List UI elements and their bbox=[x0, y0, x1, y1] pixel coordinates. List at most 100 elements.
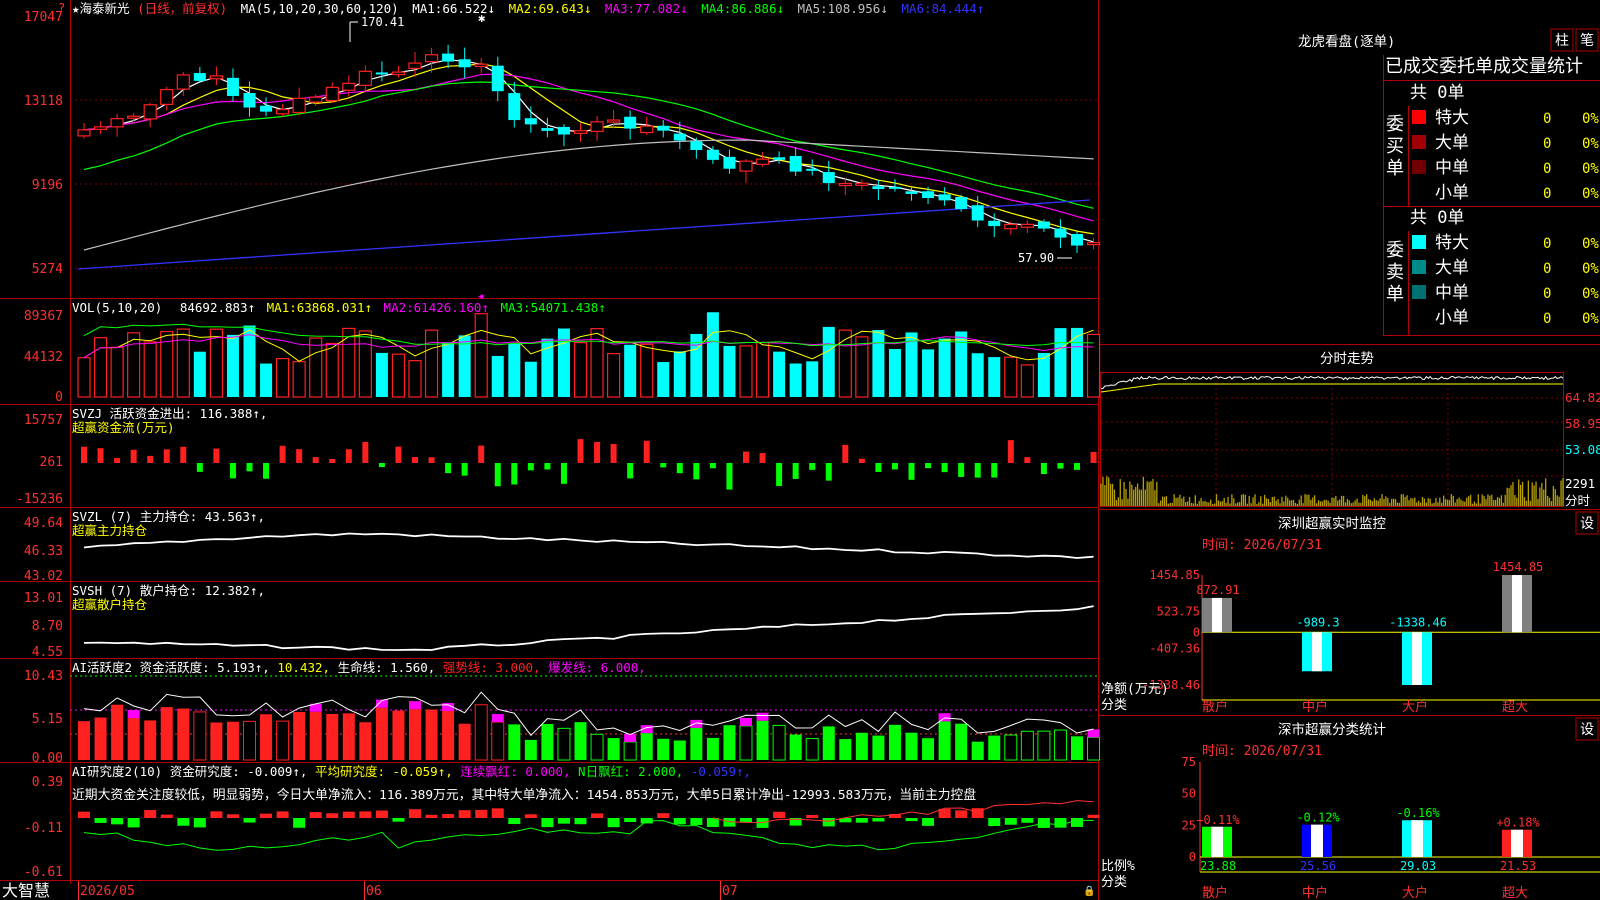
sz-class-value-label: 25.56 bbox=[1300, 859, 1336, 873]
sz-class-settings-button[interactable]: 设 bbox=[1575, 717, 1599, 741]
ai-research-bar bbox=[177, 818, 190, 826]
candle-body bbox=[789, 155, 802, 172]
volume-panel[interactable]: VOL(5,10,20) 84692.883↑ MA1:63868.031↑ M… bbox=[24, 300, 1101, 405]
candle-body bbox=[77, 129, 91, 137]
svzj-panel[interactable]: SVZJ 活跃资金进出: 116.388↑, 超赢资金流(万元) 15757 2… bbox=[16, 406, 1097, 507]
svsh-tick: 4.55 bbox=[32, 645, 63, 660]
high-marker: 170.41 bbox=[349, 15, 404, 42]
svzj-y-axis: 15757 261 -15236 bbox=[16, 413, 63, 507]
ai-research-bar bbox=[541, 818, 554, 828]
ma5-label: MA5: bbox=[798, 1, 828, 16]
svsh-tick: 8.70 bbox=[32, 619, 63, 634]
volume-bar bbox=[110, 346, 124, 398]
ai-research-bar bbox=[210, 811, 223, 818]
svg-text:笔: 笔 bbox=[1580, 33, 1594, 49]
vol-ma3-value: 54071.438↑ bbox=[531, 300, 606, 315]
ai-research-line bbox=[712, 800, 1094, 824]
pen-view-button[interactable]: 笔 bbox=[1575, 28, 1599, 52]
volume-bar bbox=[77, 357, 91, 398]
ai-research-panel[interactable]: AI研究度2(10) 资金研究度: -0.009↑, 平均研究度: -0.059… bbox=[24, 764, 1100, 880]
order-count: 0 bbox=[1543, 286, 1551, 302]
ai-research-bars bbox=[78, 808, 1100, 828]
sz-monitor-value-label: 1454.85 bbox=[1493, 560, 1544, 574]
svzl-line bbox=[83, 532, 1094, 559]
ai-research-bar bbox=[524, 814, 537, 818]
ai-research-tick: -0.61 bbox=[24, 865, 63, 880]
candlesticks[interactable] bbox=[77, 44, 1101, 253]
svzj-bar bbox=[776, 463, 783, 486]
candle-body bbox=[690, 141, 703, 150]
volume-bar bbox=[260, 363, 273, 397]
svzj-bar bbox=[577, 439, 584, 463]
ai-activity-bar bbox=[78, 721, 90, 760]
candle-body bbox=[442, 53, 455, 62]
candle-body bbox=[458, 59, 471, 68]
order-type-label: 中单 bbox=[1435, 283, 1469, 303]
volume-bar bbox=[1086, 333, 1101, 398]
ai-activity-panel[interactable]: AI活跃度2 资金活跃度: 5.193↑, 10.432, 生命线: 1.560… bbox=[24, 660, 1101, 766]
volume-bar bbox=[209, 328, 223, 398]
volume-bar bbox=[955, 331, 968, 397]
bar-view-button[interactable]: 柱 bbox=[1550, 28, 1574, 52]
svzj-bar bbox=[494, 463, 501, 487]
svzj-bar bbox=[610, 443, 617, 463]
svzj-bar bbox=[412, 457, 418, 463]
candle-body bbox=[755, 158, 770, 165]
sz-monitor-panel[interactable]: 深圳超赢实时监控 设 时间: 2026/07/31 1454.85 523.75 0… bbox=[1101, 511, 1600, 715]
order-count: 0 bbox=[1543, 186, 1551, 202]
sz-monitor-settings-button[interactable]: 设 bbox=[1575, 511, 1599, 535]
svzj-bars bbox=[81, 439, 1097, 490]
candle-body bbox=[773, 157, 786, 160]
order-count: 0 bbox=[1543, 111, 1551, 127]
sz-class-panel[interactable]: 深市超赢分类统计 设 时间: 2026/07/31 75 50 25 0 +0.11% 2… bbox=[1101, 717, 1600, 900]
menu-marker-icon[interactable]: ? bbox=[58, 1, 65, 15]
ma-prefix: MA(5,10,20,30,60,120) bbox=[241, 1, 399, 16]
ma2-value: 69.643↓ bbox=[539, 1, 592, 16]
order-type-label: 大单 bbox=[1435, 133, 1469, 153]
volume-bar bbox=[755, 341, 770, 398]
price-panel[interactable]: 17047 13118 9196 5274 ? ★海泰新光 (日线，前复权) M… bbox=[24, 1, 1101, 302]
ai-activity-bar bbox=[822, 726, 835, 760]
order-count: 0 bbox=[1543, 136, 1551, 152]
ai-activity-bar bbox=[574, 722, 587, 760]
sz-class-value-label: 23.88 bbox=[1200, 859, 1236, 873]
sz-class-change-label: -0.12% bbox=[1296, 811, 1340, 825]
volume-bar bbox=[739, 345, 753, 398]
order-type-label: 小单 bbox=[1435, 183, 1469, 203]
ai-activity-bar bbox=[805, 738, 819, 761]
volume-bar bbox=[657, 362, 670, 397]
order-count: 0 bbox=[1543, 261, 1551, 277]
volume-bar bbox=[1037, 352, 1050, 397]
ai-research-bar bbox=[144, 810, 157, 818]
svzj-bar bbox=[329, 458, 336, 463]
svzj-bar bbox=[925, 463, 932, 469]
svzj-bar bbox=[1024, 457, 1031, 463]
svsh-panel[interactable]: SVSH (7) 散户持仓: 12.382↑, 超赢散户持仓 13.01 8.7… bbox=[24, 583, 1094, 660]
ai-activity-bar bbox=[474, 704, 488, 761]
svg-text:设: 设 bbox=[1580, 722, 1594, 738]
candle-body bbox=[1054, 228, 1067, 238]
price-y-axis: 17047 13118 9196 5274 bbox=[24, 10, 63, 277]
candle-body bbox=[624, 116, 637, 129]
candle-body bbox=[955, 197, 968, 210]
sz-class-value-label: 21.53 bbox=[1500, 859, 1536, 873]
sz-class-bar-highlight bbox=[1311, 824, 1323, 857]
ai-research-bar bbox=[955, 810, 968, 818]
order-type-label: 中单 bbox=[1435, 158, 1469, 178]
svzl-panel[interactable]: SVZL (7) 主力持仓: 43.563↑, 超赢主力持仓 49.64 46.… bbox=[24, 509, 1094, 584]
svzj-bar bbox=[743, 451, 749, 463]
svzj-bar bbox=[279, 445, 286, 463]
sz-class-chart: 75 50 25 0 +0.11% 23.88 散户 -0.12% 25.56 中户 -0.16% 2… bbox=[1182, 755, 1600, 900]
ai-research-bar bbox=[94, 818, 107, 823]
candle-body bbox=[723, 156, 736, 169]
ai-research-bar bbox=[243, 818, 256, 823]
dragon-tiger-panel[interactable]: 龙虎看盘(逐单) 柱 笔 已成交委托单成交量统计 委 买 单 委 卖 单 共 0… bbox=[1298, 28, 1600, 336]
ai-activity-bar bbox=[309, 711, 322, 760]
intraday-panel[interactable]: 分时走势 64.82 58.95 53.08 2291 分时 bbox=[1100, 351, 1600, 508]
ai-research-bar bbox=[1087, 814, 1100, 818]
svzj-bar bbox=[560, 463, 567, 484]
volume-bar bbox=[226, 334, 239, 397]
sz-class-value-label: 29.03 bbox=[1400, 859, 1436, 873]
ai-research-extra: -0.059↑, bbox=[691, 764, 751, 779]
low-price-label: 57.90 bbox=[1018, 251, 1054, 265]
